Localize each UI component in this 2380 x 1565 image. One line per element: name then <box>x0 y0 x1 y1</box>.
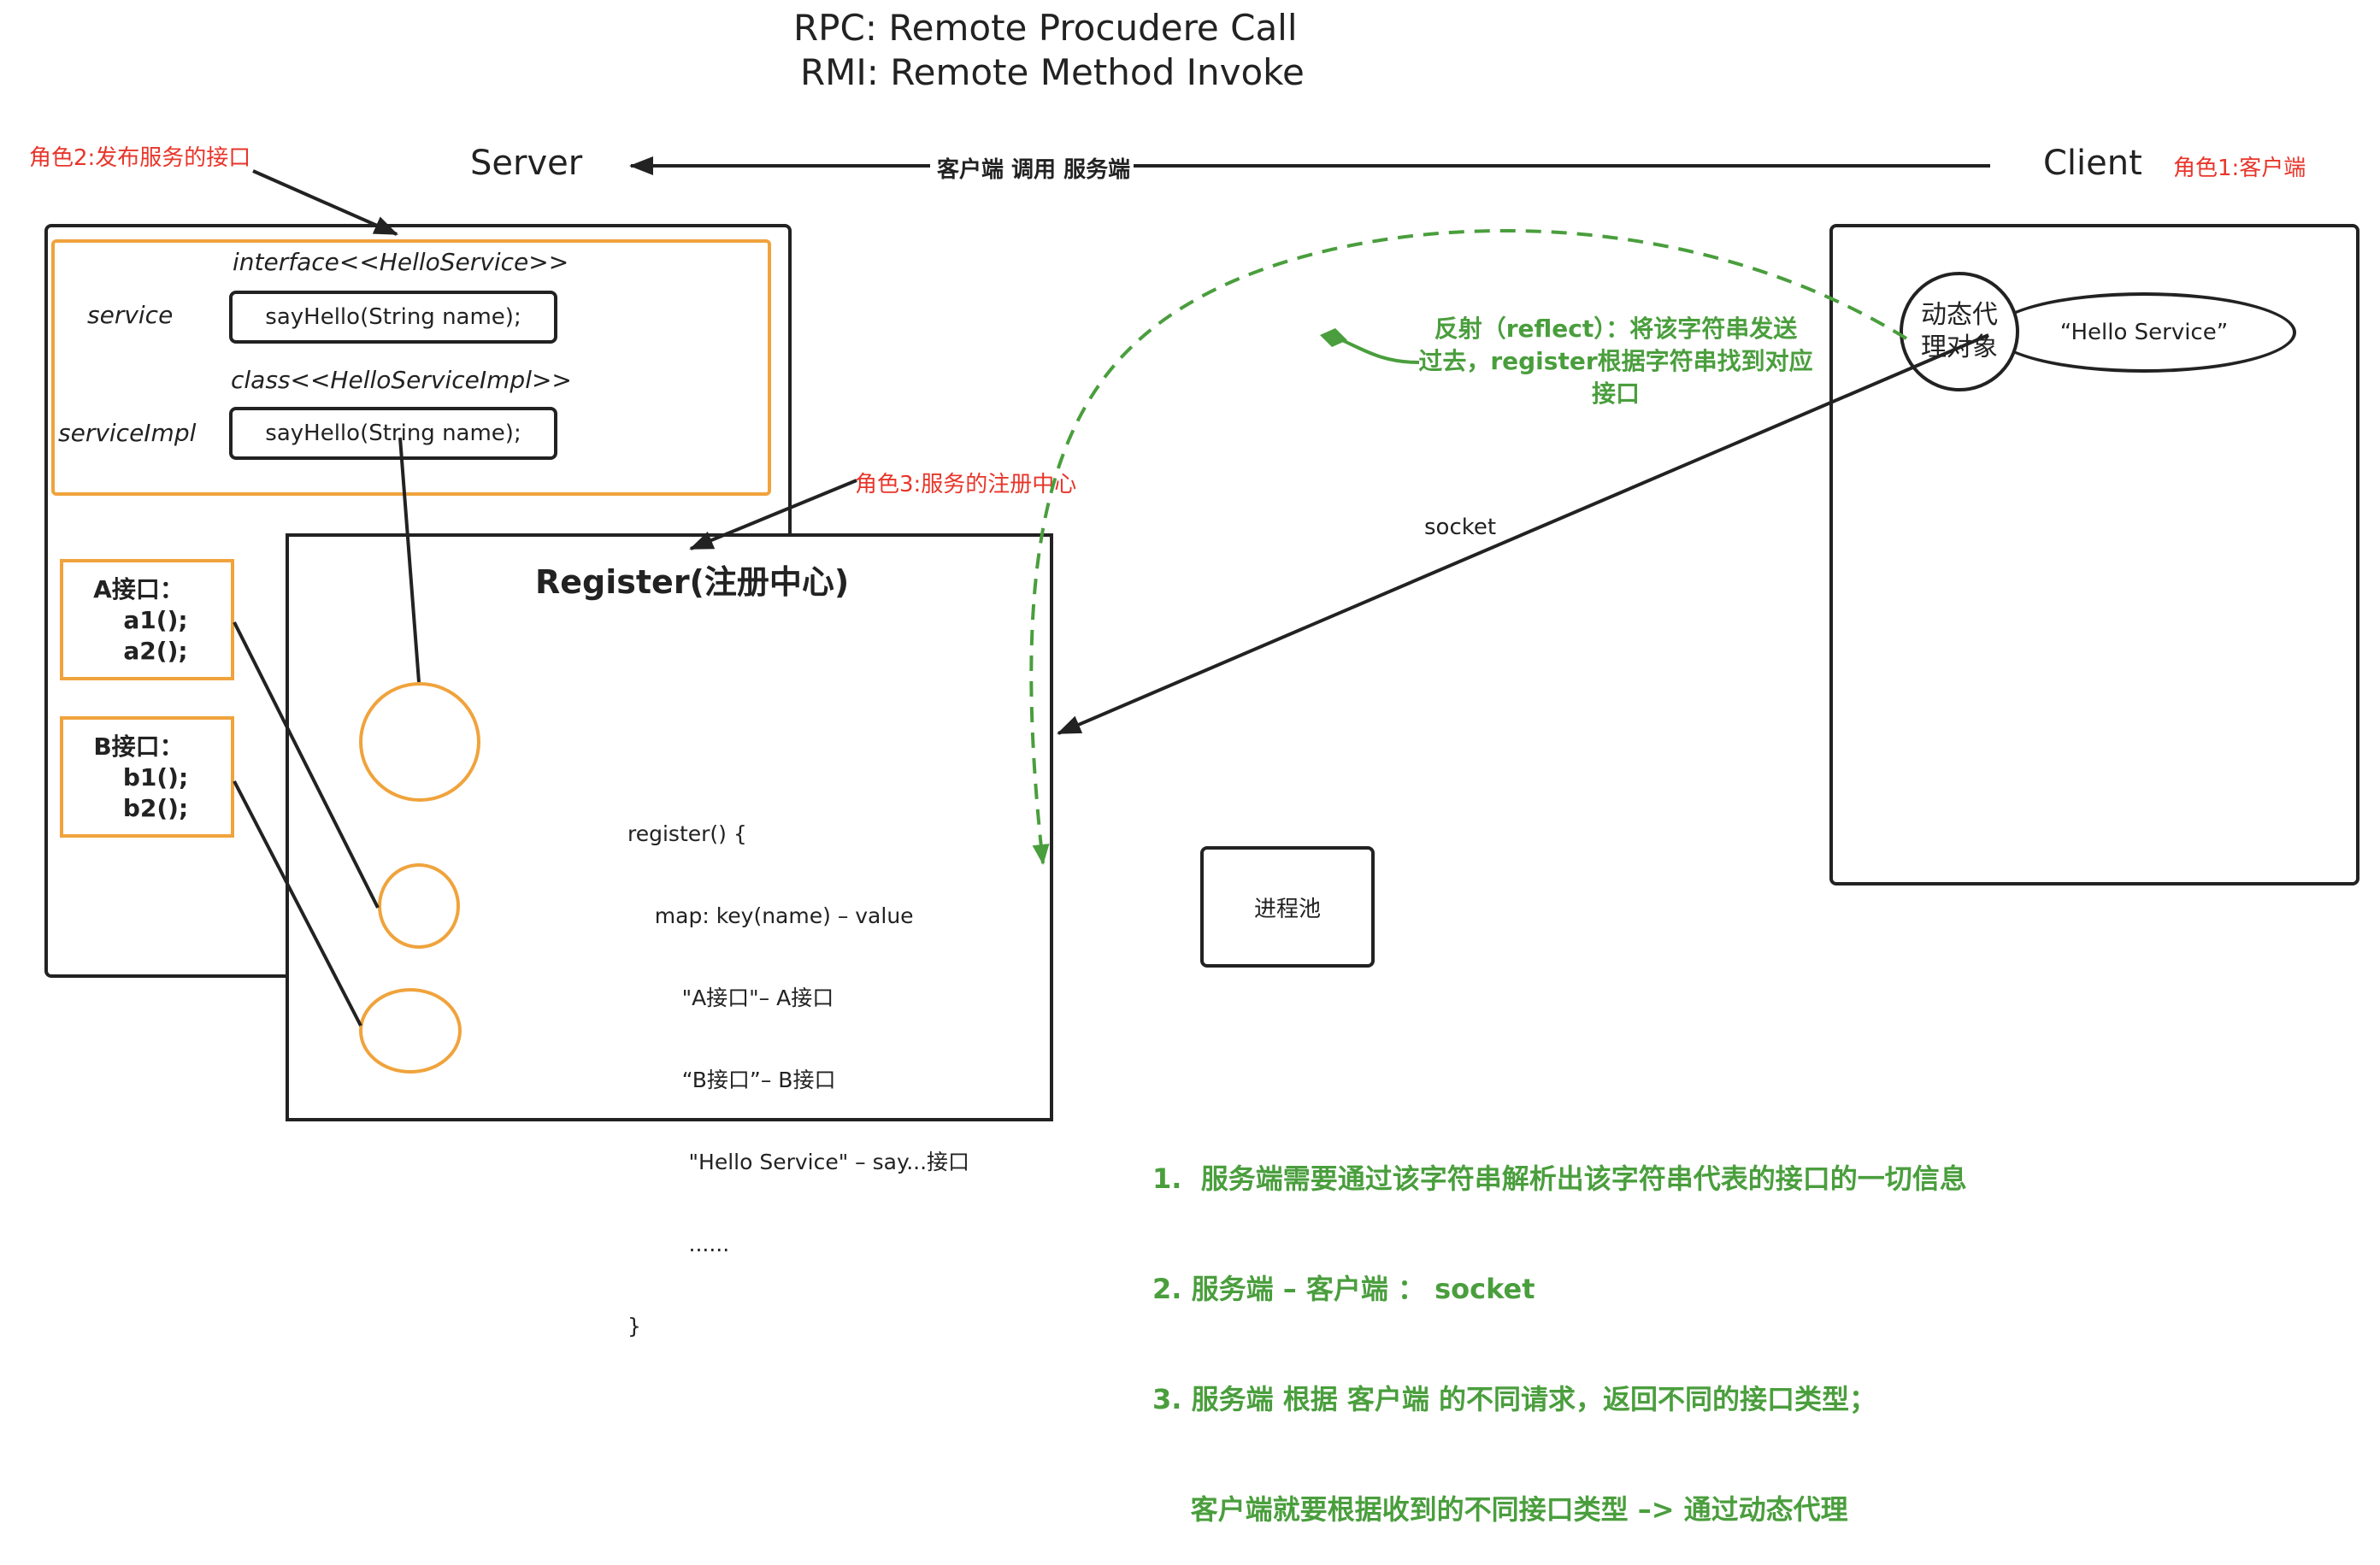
reflect-dashed-curve <box>1029 229 1908 865</box>
b-to-circle-line <box>233 780 362 1027</box>
reflect-note-pointer <box>1341 338 1420 364</box>
impl-to-circle-line <box>398 437 421 683</box>
a-to-circle-line <box>233 621 380 909</box>
connector-overlay <box>233 156 1990 1027</box>
register-role-arrow <box>689 479 857 550</box>
note-3: 3. 服务端 根据 客户端 的不同请求，返回不同的接口类型； <box>1152 1383 1876 1415</box>
note-4: 客户端就要根据收到的不同接口类型 –> 通过动态代理 <box>1152 1493 1848 1526</box>
note-2: 2. 服务端 – 客户端 ： socket <box>1152 1273 1535 1305</box>
server-role-arrow <box>252 169 398 236</box>
reflect-note-pointer-tip <box>1320 328 1347 347</box>
code-line: } <box>627 1314 641 1338</box>
socket-arrow <box>1057 333 1989 735</box>
